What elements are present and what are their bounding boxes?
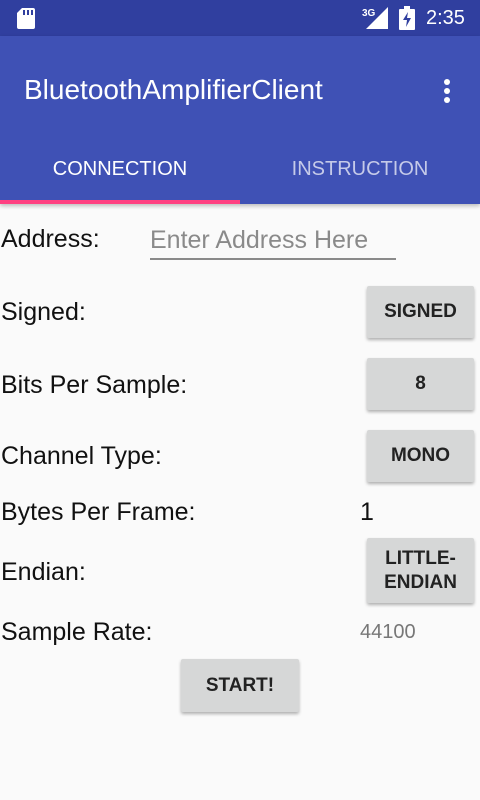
network-type-label: 3G — [362, 8, 376, 19]
bytes-per-frame-label: Bytes Per Frame: — [1, 498, 196, 526]
sample-rate-label: Sample Rate: — [1, 618, 153, 646]
cell-signal-icon: 3G — [362, 7, 388, 29]
channel-type-label: Channel Type: — [1, 442, 162, 470]
endian-button-line2: ENDIAN — [384, 571, 457, 593]
endian-button-line1: LITTLE- — [385, 547, 456, 569]
endian-button[interactable]: LITTLE- ENDIAN — [367, 538, 474, 603]
start-button[interactable]: START! — [181, 659, 299, 712]
bytes-per-frame-value: 1 — [360, 498, 374, 526]
app-title: BluetoothAmplifierClient — [24, 74, 323, 105]
app-bar: BluetoothAmplifierClient CONNECTION INST… — [0, 36, 480, 204]
sample-rate-value: 44100 — [360, 621, 416, 643]
bits-per-sample-button[interactable]: 8 — [367, 358, 474, 410]
battery-charging-icon — [399, 6, 415, 30]
tab-instruction[interactable]: INSTRUCTION — [240, 144, 480, 204]
bits-per-sample-label: Bits Per Sample: — [1, 371, 188, 399]
tab-connection[interactable]: CONNECTION — [0, 144, 240, 204]
sd-card-icon — [17, 8, 35, 29]
more-vert-icon[interactable] — [436, 76, 458, 106]
endian-label: Endian: — [1, 558, 86, 586]
channel-type-button[interactable]: MONO — [367, 430, 474, 482]
signed-label: Signed: — [1, 298, 86, 326]
status-bar: 3G 2:35 — [0, 0, 480, 36]
address-label: Address: — [1, 225, 100, 253]
address-input[interactable] — [150, 222, 396, 260]
tab-bar: CONNECTION INSTRUCTION — [0, 144, 480, 204]
tab-indicator — [0, 200, 240, 204]
signed-button[interactable]: SIGNED — [367, 286, 474, 338]
clock: 2:35 — [426, 7, 465, 29]
